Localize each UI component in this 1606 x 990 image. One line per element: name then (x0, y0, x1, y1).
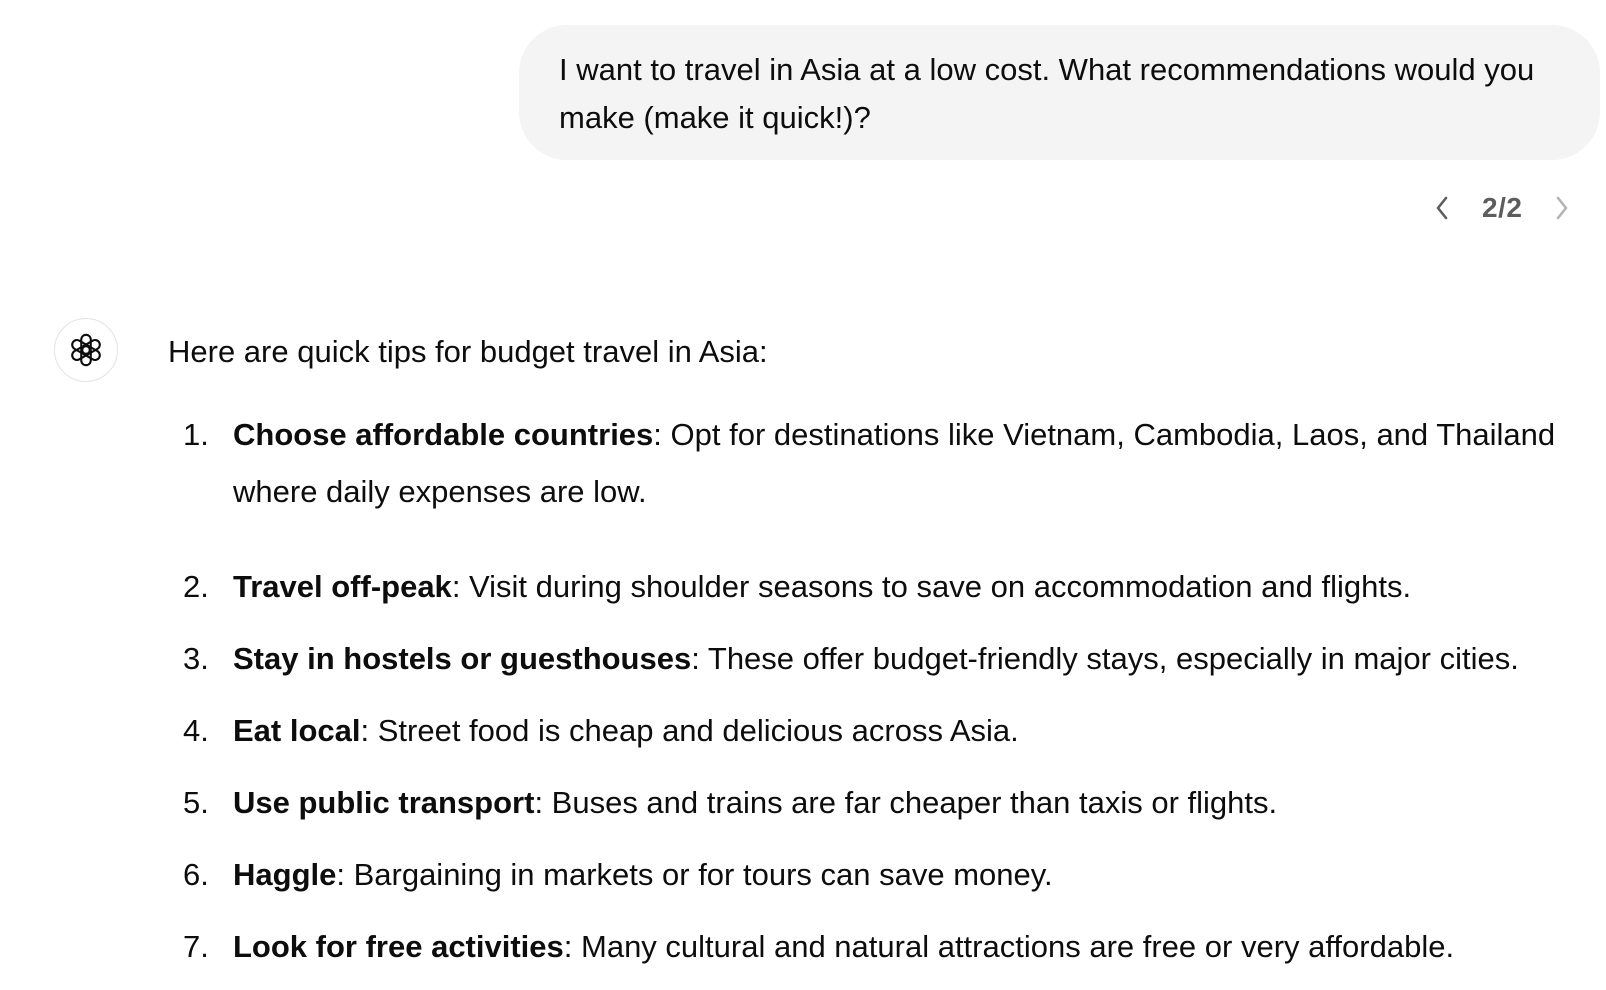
assistant-intro: Here are quick tips for budget travel in… (168, 334, 768, 369)
list-item-text: : Visit during shoulder seasons to save … (451, 569, 1412, 604)
list-item-number: 3. (183, 641, 209, 676)
response-pager: 2/2 (1420, 186, 1584, 230)
list-item-title: Stay in hostels or guesthouses (233, 641, 692, 676)
list-item-number: 7. (183, 929, 209, 964)
list-item: 4. Eat local: Street food is cheap and d… (168, 702, 1588, 759)
list-item-content: Stay in hostels or guesthouses: These of… (233, 630, 1588, 687)
list-item: 1. Choose affordable countries: Opt for … (168, 406, 1588, 520)
list-item-text: : Buses and trains are far cheaper than … (534, 785, 1278, 820)
list-item: 3. Stay in hostels or guesthouses: These… (168, 630, 1588, 687)
assistant-avatar (54, 318, 118, 382)
list-item-title: Use public transport (233, 785, 535, 820)
list-item-number: 2. (183, 569, 209, 604)
chevron-right-icon (1557, 196, 1568, 220)
list-item: 7. Look for free activities: Many cultur… (168, 918, 1588, 975)
list-item-text: : These offer budget-friendly stays, esp… (691, 641, 1519, 676)
list-item-title: Travel off-peak (233, 569, 452, 604)
list-item-content: Eat local: Street food is cheap and deli… (233, 702, 1588, 759)
assistant-message: Here are quick tips for budget travel in… (168, 328, 1588, 964)
user-message-text: I want to travel in Asia at a low cost. … (559, 52, 1535, 135)
list-item-content: Look for free activities: Many cultural … (233, 918, 1588, 975)
list-item-number: 6. (183, 857, 209, 892)
list-item-content: Choose affordable countries: Opt for des… (233, 406, 1588, 520)
list-item-text: : Many cultural and natural attractions … (563, 929, 1455, 964)
chevron-left-icon (1436, 196, 1448, 220)
next-response-button[interactable] (1540, 186, 1584, 230)
response-counter: 2/2 (1482, 192, 1523, 223)
list-item-number: 5. (183, 785, 209, 820)
list-item-content: Use public transport: Buses and trains a… (233, 774, 1588, 831)
list-item: 2. Travel off-peak: Visit during shoulde… (168, 558, 1588, 615)
list-item-text: : Bargaining in markets or for tours can… (336, 857, 1053, 892)
list-item-title: Haggle (233, 857, 337, 892)
list-item-number: 4. (183, 713, 209, 748)
list-item-text: : Street food is cheap and delicious acr… (360, 713, 1019, 748)
list-item-title: Look for free activities (233, 929, 564, 964)
list-item-title: Eat local (233, 713, 361, 748)
list-item-title: Choose affordable countries (233, 417, 654, 452)
user-message-bubble: I want to travel in Asia at a low cost. … (519, 25, 1600, 160)
previous-response-button[interactable] (1420, 186, 1464, 230)
list-item: 5. Use public transport: Buses and train… (168, 774, 1588, 831)
list-item: 6. Haggle: Bargaining in markets or for … (168, 846, 1588, 903)
list-item-number: 1. (183, 417, 209, 452)
list-item-content: Travel off-peak: Visit during shoulder s… (233, 558, 1588, 615)
list-item-content: Haggle: Bargaining in markets or for tou… (233, 846, 1588, 903)
openai-logo-icon (71, 333, 101, 367)
